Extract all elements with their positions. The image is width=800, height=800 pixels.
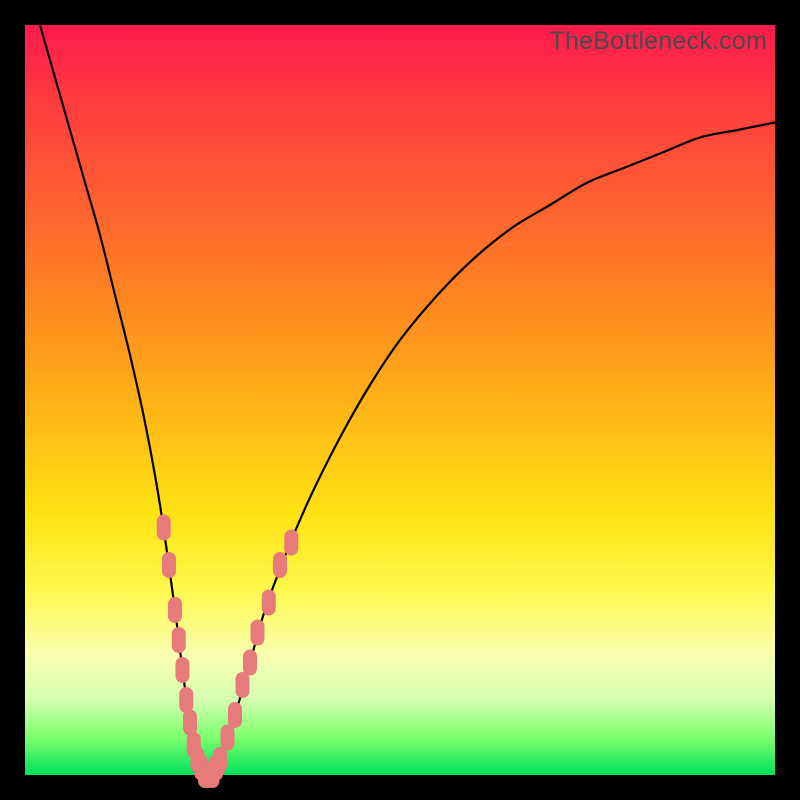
curve-marker	[243, 650, 257, 676]
chart-frame: TheBottleneck.com	[25, 25, 775, 775]
chart-svg	[25, 25, 775, 775]
curve-marker	[183, 710, 197, 736]
curve-marker	[176, 657, 190, 683]
curve-marker	[284, 530, 298, 556]
curve-marker	[236, 672, 250, 698]
curve-marker	[162, 552, 176, 578]
curve-marker	[273, 552, 287, 578]
marker-group	[157, 515, 299, 789]
curve-marker	[228, 702, 242, 728]
curve-marker	[262, 590, 276, 616]
curve-marker	[213, 747, 227, 773]
curve-marker	[251, 620, 265, 646]
curve-marker	[179, 687, 193, 713]
curve-marker	[157, 515, 171, 541]
watermark-text: TheBottleneck.com	[550, 27, 767, 56]
curve-marker	[168, 597, 182, 623]
bottleneck-curve	[40, 25, 775, 777]
curve-marker	[172, 627, 186, 653]
curve-marker	[221, 725, 235, 751]
